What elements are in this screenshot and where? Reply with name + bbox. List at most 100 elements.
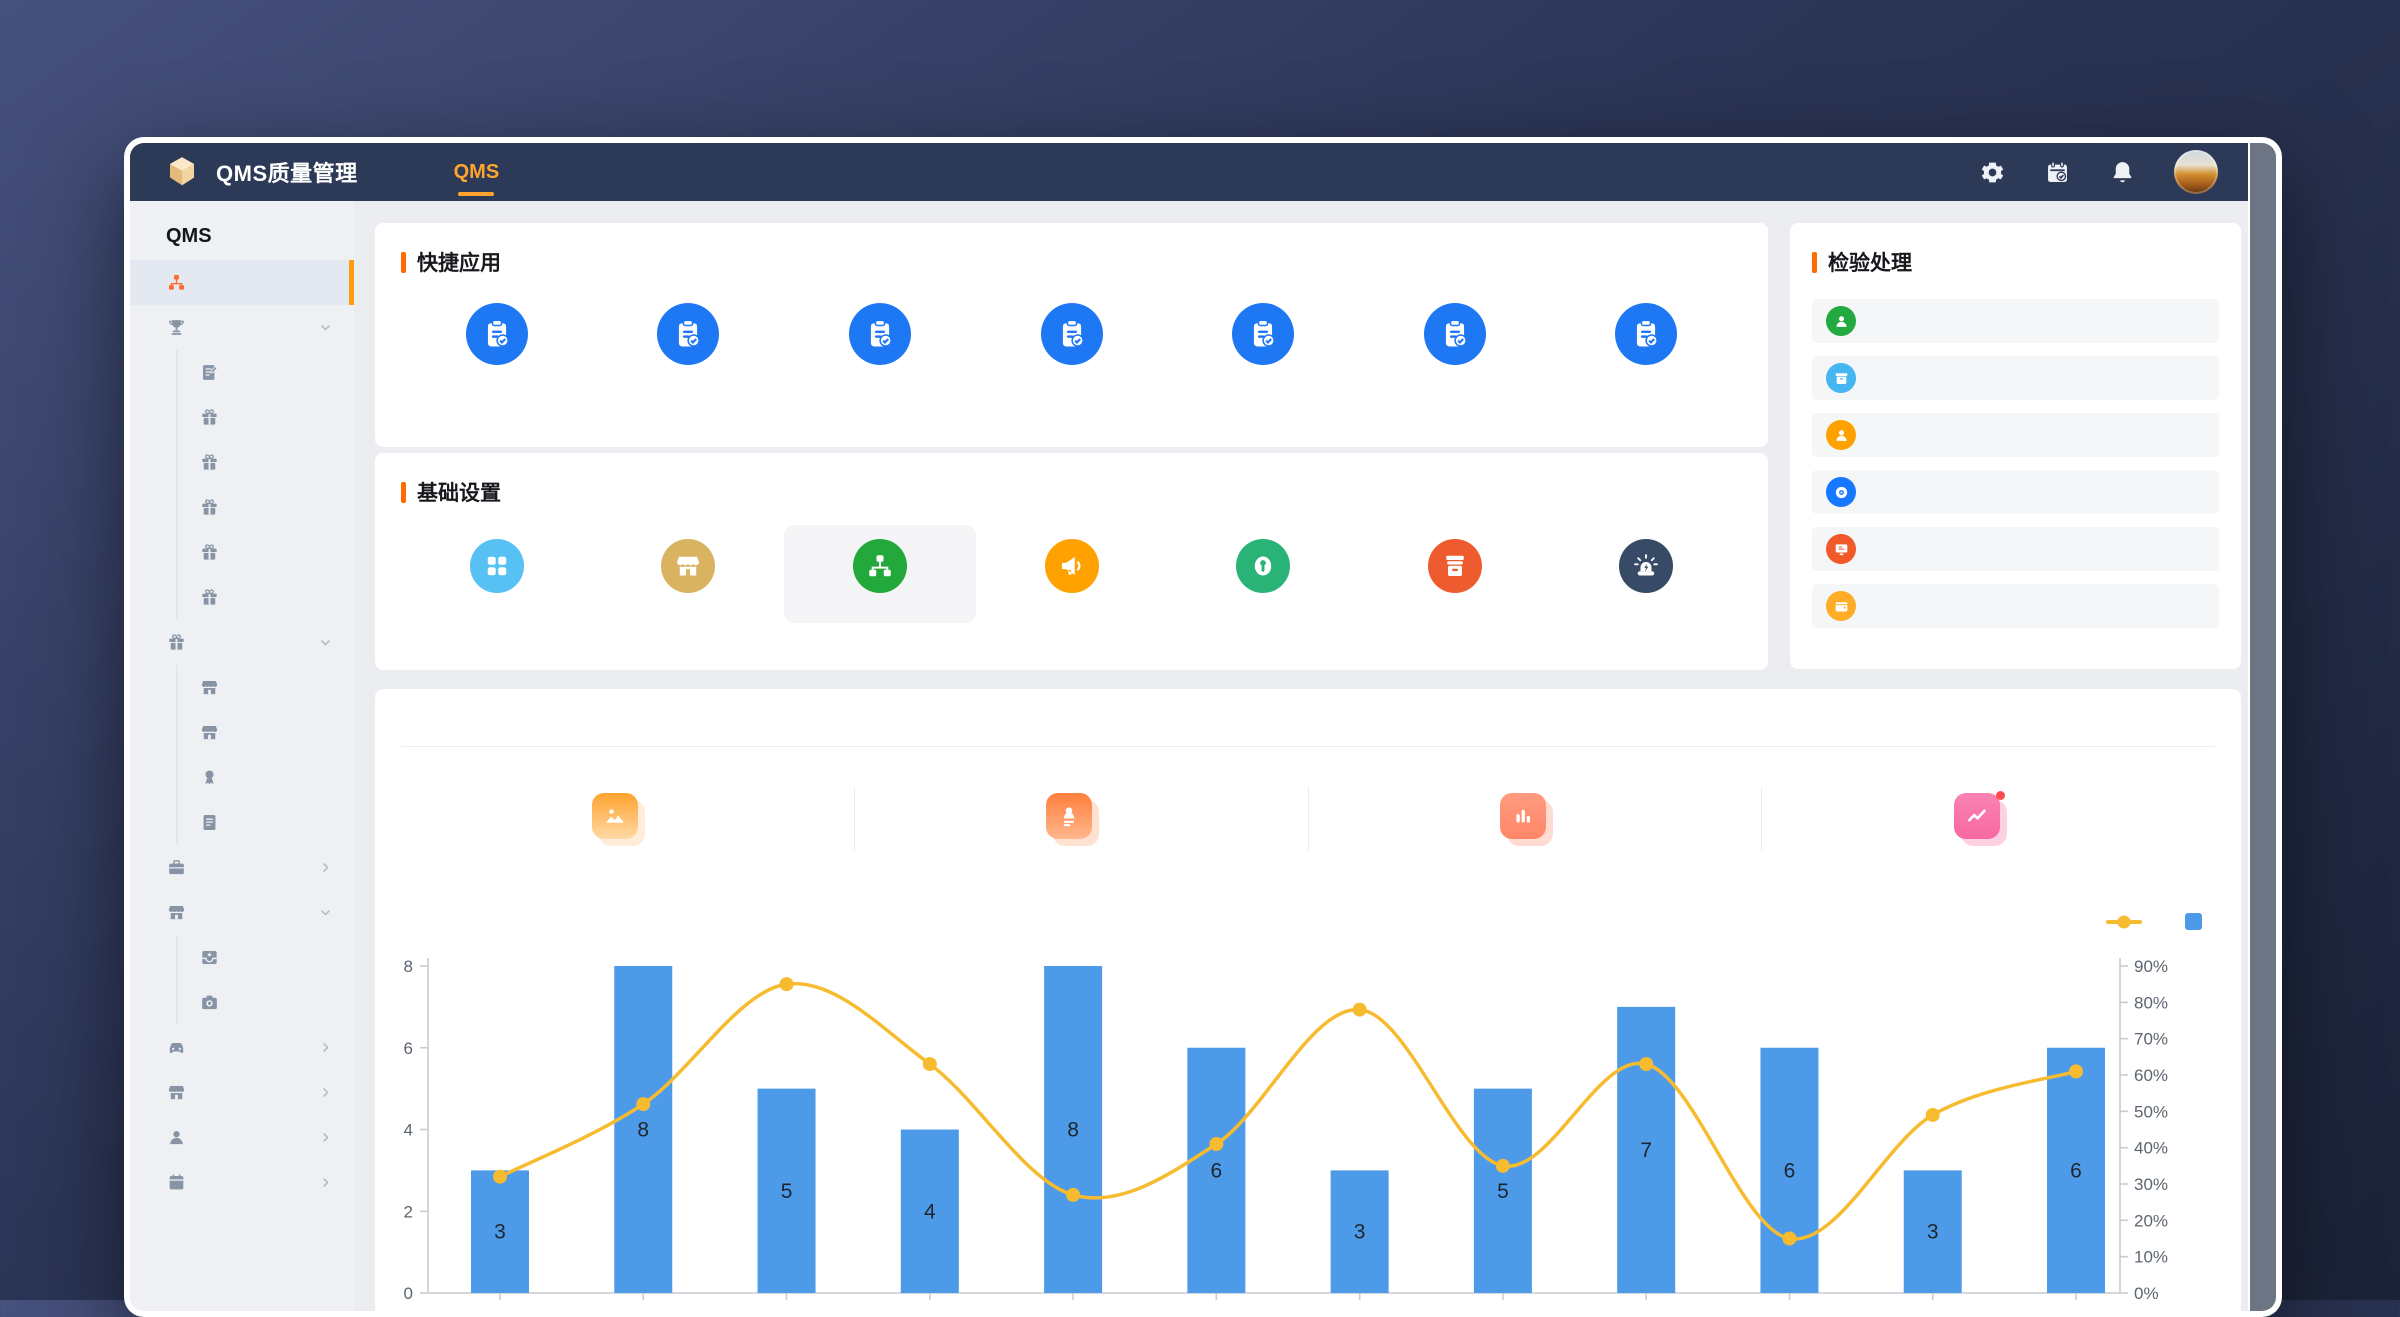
idcard-icon: [1046, 793, 1098, 845]
svg-text:3: 3: [1927, 1221, 1939, 1244]
line-point-9[interactable]: [1782, 1232, 1796, 1246]
sidebar-item-18[interactable]: [130, 1070, 354, 1115]
line-point-7[interactable]: [1496, 1159, 1510, 1173]
basic-setting-item[interactable]: [1167, 525, 1359, 623]
sidebar-item-14[interactable]: [130, 890, 354, 935]
sidebar-item-10[interactable]: [130, 710, 354, 755]
inspection-row[interactable]: [1812, 413, 2219, 457]
svg-text:8: 8: [637, 1119, 649, 1142]
quality-chart[interactable]: 024680%10%20%30%40%50%60%70%80%90%385486…: [375, 939, 2241, 1311]
inbox-icon: [199, 947, 220, 968]
basic-setting-item[interactable]: [1359, 525, 1551, 623]
clipboard-check-icon: [849, 303, 911, 365]
stat-item: [854, 787, 1308, 851]
quick-app-item[interactable]: [784, 303, 976, 380]
line-point-11[interactable]: [2069, 1064, 2083, 1078]
line-point-1[interactable]: [636, 1097, 650, 1111]
sidebar-item-4[interactable]: [130, 440, 354, 485]
sidebar-item-16[interactable]: [130, 980, 354, 1025]
user-icon: [166, 1127, 187, 1148]
sidebar-item-12[interactable]: [130, 800, 354, 845]
basic-setting-item[interactable]: [1550, 525, 1742, 623]
stat-item: [1308, 787, 1762, 851]
quick-apps-card: 快捷应用: [375, 223, 1768, 447]
store-icon: [661, 539, 715, 593]
sidebar-item-9[interactable]: [130, 665, 354, 710]
keyhole-icon: [1236, 539, 1290, 593]
quick-apps-title: 快捷应用: [401, 247, 1742, 277]
quality-stats: [401, 787, 2215, 851]
quick-app-item[interactable]: [1359, 303, 1551, 380]
sidebar-item-19[interactable]: [130, 1115, 354, 1160]
quick-app-item[interactable]: [976, 303, 1168, 380]
user-avatar[interactable]: [2174, 150, 2218, 194]
svg-text:4: 4: [404, 1121, 413, 1140]
svg-text:80%: 80%: [2134, 993, 2168, 1012]
svg-text:0: 0: [404, 1284, 413, 1303]
quick-app-item[interactable]: [401, 303, 593, 380]
sidebar-item-20[interactable]: [130, 1160, 354, 1205]
inspection-row[interactable]: [1812, 584, 2219, 628]
line-point-6[interactable]: [1353, 1003, 1367, 1017]
sidebar-item-8[interactable]: [130, 620, 354, 665]
nav-tab-qms[interactable]: QMS: [454, 143, 500, 201]
user-icon: [1826, 306, 1856, 336]
svg-text:8: 8: [1067, 1119, 1079, 1142]
quick-app-item[interactable]: [1550, 303, 1742, 380]
chevron-right-icon: [317, 1174, 334, 1191]
bell-icon[interactable]: [2109, 159, 2136, 186]
app-logo-cube-icon: [164, 154, 200, 190]
line-point-10[interactable]: [1926, 1108, 1940, 1122]
basic-setting-item[interactable]: [976, 525, 1168, 623]
line-point-3[interactable]: [923, 1057, 937, 1071]
book-icon: [166, 1172, 187, 1193]
scrollbar[interactable]: [2248, 143, 2276, 1311]
legend-item-0[interactable]: [2106, 920, 2151, 924]
inspection-row[interactable]: [1812, 527, 2219, 571]
top-navbar: QMS质量管理 QMS: [130, 143, 2248, 201]
inspection-row[interactable]: [1812, 356, 2219, 400]
line-point-0[interactable]: [493, 1170, 507, 1184]
line-point-5[interactable]: [1209, 1137, 1223, 1151]
sidebar-item-11[interactable]: [130, 755, 354, 800]
quick-app-item[interactable]: [1167, 303, 1359, 380]
sidebar-item-3[interactable]: [130, 395, 354, 440]
user-icon: [1826, 420, 1856, 450]
basic-setting-item[interactable]: [593, 525, 785, 623]
sidebar-item-1[interactable]: [130, 305, 354, 350]
line-point-8[interactable]: [1639, 1057, 1653, 1071]
svg-text:10%: 10%: [2134, 1248, 2168, 1267]
chevron-right-icon: [317, 1039, 334, 1056]
basic-setting-item[interactable]: [401, 525, 593, 623]
sidebar-item-15[interactable]: [130, 935, 354, 980]
image-icon: [592, 793, 644, 845]
sidebar-item-7[interactable]: [130, 575, 354, 620]
inspection-row[interactable]: [1812, 470, 2219, 514]
legend-square-marker: [2185, 913, 2202, 930]
sidebar-item-6[interactable]: [130, 530, 354, 575]
calendar-check-icon[interactable]: [2044, 159, 2071, 186]
sidebar-item-0[interactable]: [130, 260, 354, 305]
sidebar-item-2[interactable]: [130, 350, 354, 395]
monitor-icon: [1826, 534, 1856, 564]
app-title: QMS质量管理: [216, 156, 358, 188]
svg-text:5: 5: [781, 1180, 793, 1203]
inspection-panel-title: 检验处理: [1812, 247, 2219, 277]
sidebar-item-17[interactable]: [130, 1025, 354, 1070]
clipboard-check-icon: [466, 303, 528, 365]
line-point-4[interactable]: [1066, 1188, 1080, 1202]
line-point-2[interactable]: [780, 977, 794, 991]
sidebar-item-13[interactable]: [130, 845, 354, 890]
store-icon: [166, 1082, 187, 1103]
sidebar-item-5[interactable]: [130, 485, 354, 530]
inspection-row[interactable]: [1812, 299, 2219, 343]
box-icon: [1826, 363, 1856, 393]
gift-icon: [199, 497, 220, 518]
legend-item-1[interactable]: [2185, 913, 2211, 930]
gear-icon[interactable]: [1979, 159, 2006, 186]
chevron-down-icon: [317, 904, 334, 921]
svg-text:3: 3: [1354, 1221, 1366, 1244]
basic-setting-item[interactable]: [784, 525, 976, 623]
store-icon: [166, 902, 187, 923]
quick-app-item[interactable]: [593, 303, 785, 380]
